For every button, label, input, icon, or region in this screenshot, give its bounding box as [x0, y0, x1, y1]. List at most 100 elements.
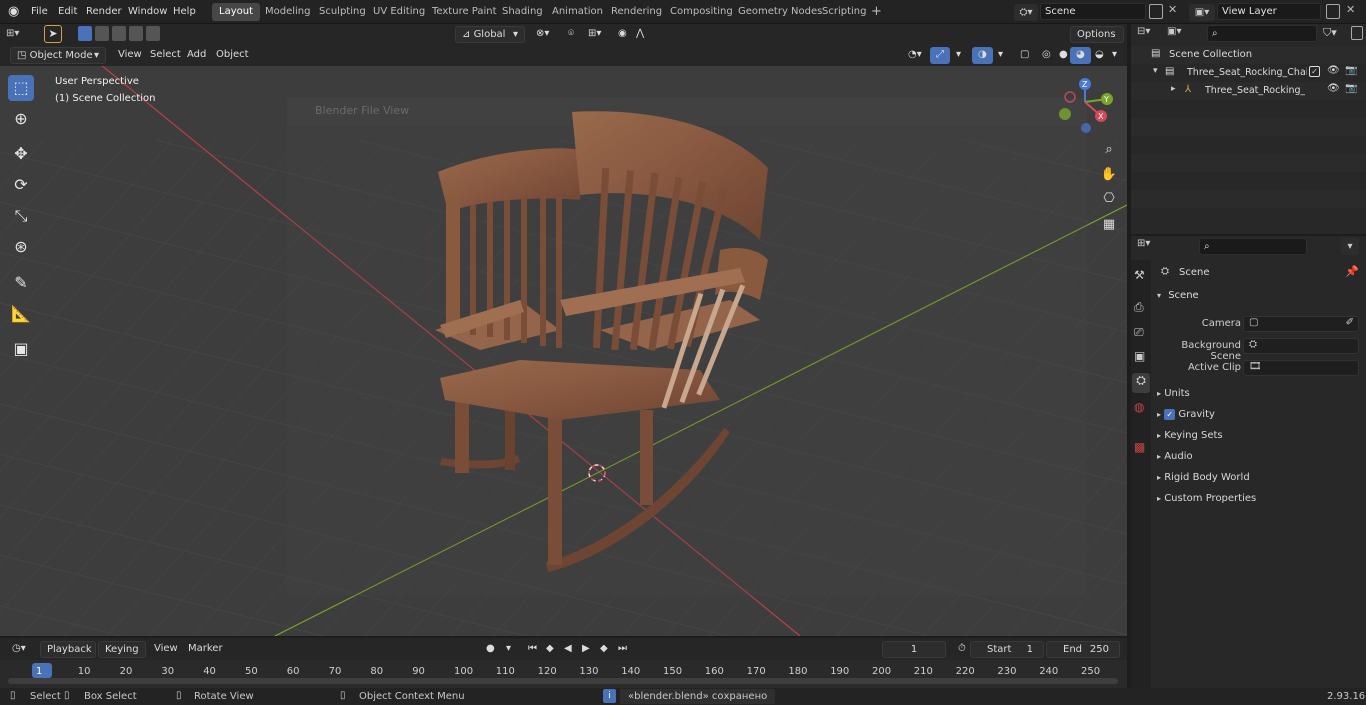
eye-icon[interactable]: 👁 — [1327, 65, 1340, 76]
tab-rendering[interactable]: Rendering — [604, 3, 669, 21]
3d-viewport[interactable]: Z Y X User Perspective (1) Scene Collect… — [0, 24, 1127, 636]
tab-layout[interactable]: Layout — [212, 3, 260, 21]
add-cube-tool-icon[interactable]: ▣ — [8, 336, 34, 362]
tab-scripting[interactable]: Scripting — [815, 3, 873, 21]
menu-help[interactable]: Help — [173, 4, 196, 20]
tab-shading[interactable]: Shading — [495, 3, 550, 21]
active-clip-field[interactable]: 🎞 — [1243, 360, 1359, 376]
menu-edit[interactable]: Edit — [58, 4, 77, 20]
filter-icon[interactable]: ⛉▾ — [1323, 26, 1337, 40]
background-scene-field[interactable]: ⛭ — [1243, 338, 1359, 354]
record-dropdown-icon[interactable]: ▾ — [500, 641, 517, 658]
rotate-tool-icon[interactable]: ⟳ — [8, 172, 34, 198]
blender-logo-icon[interactable]: ◉ — [8, 4, 24, 20]
current-frame-field[interactable]: 1 — [882, 641, 946, 658]
select-mode-intersect-icon[interactable] — [146, 26, 160, 41]
tool-tab-icon[interactable]: ⚒ — [1134, 268, 1145, 282]
shading-dropdown-icon[interactable]: ▾ — [1106, 47, 1123, 64]
menu-render[interactable]: Render — [86, 4, 122, 20]
prev-keyframe-icon[interactable]: ◆ — [540, 641, 560, 658]
new-scene-icon[interactable] — [1149, 4, 1163, 19]
playback-dropdown[interactable]: Playback▾ — [40, 641, 96, 670]
pivot-point-icon[interactable]: ⊗▾ — [530, 26, 555, 43]
view-layer-tab-icon[interactable]: ▣ — [1134, 349, 1145, 363]
camera-field[interactable]: ▢ ✐ — [1243, 316, 1359, 332]
outliner-editor-icon[interactable]: ⊟▾ — [1137, 26, 1163, 42]
editor-type-icon[interactable]: ⊞▾ — [6, 26, 32, 42]
start-frame-field[interactable]: Start 1 — [970, 641, 1044, 658]
overlay-toggle-icon[interactable]: ◑ — [972, 47, 993, 64]
next-keyframe-icon[interactable]: ◆ — [594, 641, 614, 658]
eye-icon[interactable]: 👁 — [1327, 83, 1340, 94]
view-layer-field[interactable]: View Layer — [1217, 3, 1321, 20]
scene-name-field[interactable]: Scene — [1040, 3, 1146, 20]
select-mode-invert-icon[interactable] — [129, 26, 143, 41]
properties-search-input[interactable]: ⌕ — [1199, 238, 1307, 255]
expand-arrow-icon[interactable]: ▾ — [1153, 66, 1158, 76]
snap-icon[interactable]: ⌾ — [562, 26, 580, 43]
falloff-icon[interactable]: ⋀ — [630, 26, 650, 43]
material-shading-icon[interactable]: ◕ — [1070, 47, 1091, 64]
timeline-scrollbar[interactable] — [8, 678, 1118, 684]
outliner-row-object[interactable]: ▸ ⅄ Three_Seat_Rocking_Cha 👁 📷 — [1131, 82, 1366, 100]
new-view-layer-icon[interactable] — [1326, 4, 1340, 19]
tab-sculpting[interactable]: Sculpting — [312, 3, 373, 21]
scene-tab-icon[interactable]: ⛭ — [1132, 373, 1150, 393]
panel-keying-sets[interactable]: ▸ Keying Sets — [1157, 426, 1362, 446]
snap-target-icon[interactable]: ⊞▾ — [582, 26, 607, 43]
expand-arrow-icon[interactable]: ▸ — [1171, 84, 1176, 94]
properties-options-icon[interactable]: ▾ — [1341, 238, 1359, 255]
scene-section-header[interactable]: ▾ Scene — [1157, 290, 1362, 308]
zoom-icon[interactable]: ⌕ — [1099, 142, 1119, 162]
checkbox-icon[interactable]: ✓ — [1309, 66, 1320, 77]
outliner-row-scene-collection[interactable]: ▤ Scene Collection — [1131, 46, 1366, 64]
camera-icon[interactable]: 📷 — [1345, 83, 1357, 94]
panel-custom-properties[interactable]: ▸ Custom Properties — [1157, 489, 1362, 509]
menu-file[interactable]: File — [31, 4, 48, 20]
gravity-checkbox[interactable]: ✓ — [1164, 408, 1176, 420]
options-dropdown[interactable]: Options▾ — [1070, 26, 1124, 55]
outliner-row-collection[interactable]: ▾ ▤ Three_Seat_Rocking_Chair_0( ✓ 👁 📷 — [1131, 64, 1366, 82]
scale-tool-icon[interactable]: ⤡ — [8, 203, 34, 229]
xray-icon[interactable]: ▢ — [1014, 47, 1035, 64]
tab-compositing[interactable]: Compositing — [663, 3, 740, 21]
mode-dropdown[interactable]: ◳ Object Mode ▾ — [10, 47, 106, 64]
play-reverse-icon[interactable]: ◀ — [558, 641, 578, 658]
panel-gravity[interactable]: ▸ ✓ Gravity — [1157, 405, 1362, 425]
timeline-editor-icon[interactable]: ◷▾ — [6, 641, 32, 658]
transform-orientation-dropdown[interactable]: ⊿ Global ▾ — [455, 26, 525, 43]
world-tab-icon[interactable]: ◍ — [1134, 400, 1144, 414]
end-frame-field[interactable]: End 250 — [1046, 641, 1120, 658]
record-icon[interactable]: ● — [480, 641, 501, 658]
select-mode-subtract-icon[interactable] — [112, 26, 126, 41]
add-workspace-icon[interactable]: + — [871, 5, 883, 19]
pan-hand-icon[interactable]: ✋ — [1099, 167, 1119, 187]
eyedropper-icon[interactable]: ✐ — [1346, 317, 1354, 328]
tab-uv-editing[interactable]: UV Editing — [366, 3, 432, 21]
timeline-marker-menu[interactable]: Marker — [182, 641, 229, 658]
keying-dropdown[interactable]: Keying▾ — [98, 641, 146, 670]
close-scene-icon[interactable]: ✕ — [1168, 3, 1180, 16]
visibility-icon[interactable]: ◔▾ — [902, 47, 928, 64]
texture-tab-icon[interactable]: ▩ — [1134, 440, 1145, 454]
jump-end-icon[interactable]: ⏭ — [612, 641, 633, 658]
preview-range-icon[interactable]: ⏱ — [952, 641, 972, 658]
move-tool-icon[interactable]: ✥ — [8, 141, 34, 167]
scene-type-icon[interactable]: ⛭▾ — [1014, 4, 1038, 21]
view-menu[interactable]: View — [112, 47, 148, 64]
measure-tool-icon[interactable]: 📐 — [8, 301, 34, 327]
timeline-view-menu[interactable]: View — [148, 641, 184, 658]
play-icon[interactable]: ▶ — [576, 641, 596, 658]
menu-window[interactable]: Window — [128, 4, 167, 20]
panel-units[interactable]: ▸ Units — [1157, 384, 1362, 404]
new-collection-icon[interactable] — [1351, 26, 1363, 40]
properties-editor-icon[interactable]: ⊞▾ — [1137, 238, 1163, 254]
object-menu[interactable]: Object — [210, 47, 255, 64]
view-layer-type-icon[interactable]: ▣▾ — [1189, 4, 1215, 21]
select-mode-new-icon[interactable] — [78, 26, 92, 41]
select-mode-extend-icon[interactable] — [95, 26, 109, 41]
cursor-tool-icon[interactable]: ⊕ — [8, 106, 34, 132]
camera-view-icon[interactable]: ⎔ — [1099, 191, 1119, 211]
active-tool-icon[interactable]: ➤ — [44, 25, 62, 43]
outliner-display-icon[interactable]: ▣▾ — [1167, 26, 1193, 42]
